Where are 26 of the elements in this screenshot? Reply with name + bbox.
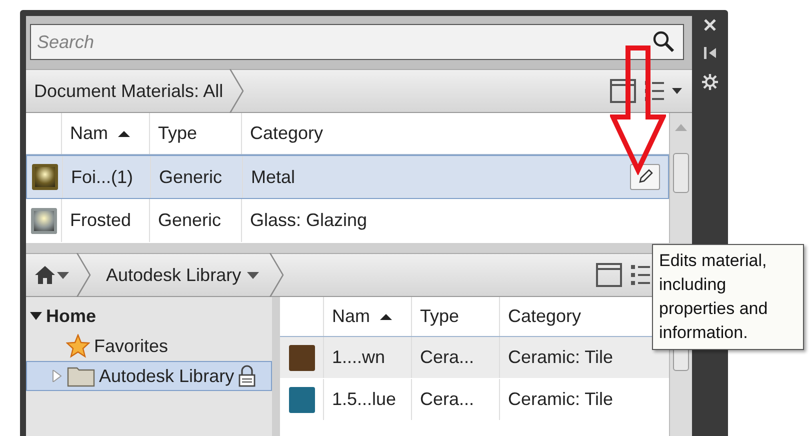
table-cell: Foi...(1) <box>71 166 134 188</box>
table-cell: 1....wn <box>332 347 386 368</box>
column-header[interactable]: Category <box>242 113 669 154</box>
table-cell: Cera... <box>420 347 474 368</box>
breadcrumb-label[interactable]: Document Materials: All <box>34 80 224 102</box>
table-cell: Ceramic: Tile <box>508 389 614 410</box>
tree-item[interactable]: Home <box>26 301 272 331</box>
table-cell: Metal <box>251 166 296 188</box>
library-breadcrumb[interactable]: Autodesk Library <box>106 264 242 286</box>
table-cell: 1.5...lue <box>332 389 396 410</box>
table-cell: Cera... <box>420 389 474 410</box>
material-row[interactable]: 1....wn Cera... Ceramic: Tile <box>280 337 669 379</box>
column-header[interactable]: Type <box>412 297 500 336</box>
tree-item[interactable]: Favorites <box>26 331 272 361</box>
table-cell: Frosted <box>70 210 132 231</box>
tree-item[interactable]: Autodesk Library <box>26 361 272 391</box>
column-header[interactable]: Type <box>150 113 242 154</box>
table-cell: Glass: Glazing <box>250 210 368 231</box>
table-cell: Ceramic: Tile <box>508 347 614 368</box>
material-row[interactable]: 1.5...lue Cera... Ceramic: Tile <box>280 379 669 421</box>
search-field[interactable]: Search <box>30 24 684 60</box>
table-cell: Generic <box>158 210 222 231</box>
column-header[interactable]: Nam <box>324 297 412 336</box>
table-cell: Generic <box>159 166 222 188</box>
material-row[interactable]: Foi...(1) Generic Metal <box>26 155 669 199</box>
column-header[interactable]: Nam <box>62 113 150 154</box>
